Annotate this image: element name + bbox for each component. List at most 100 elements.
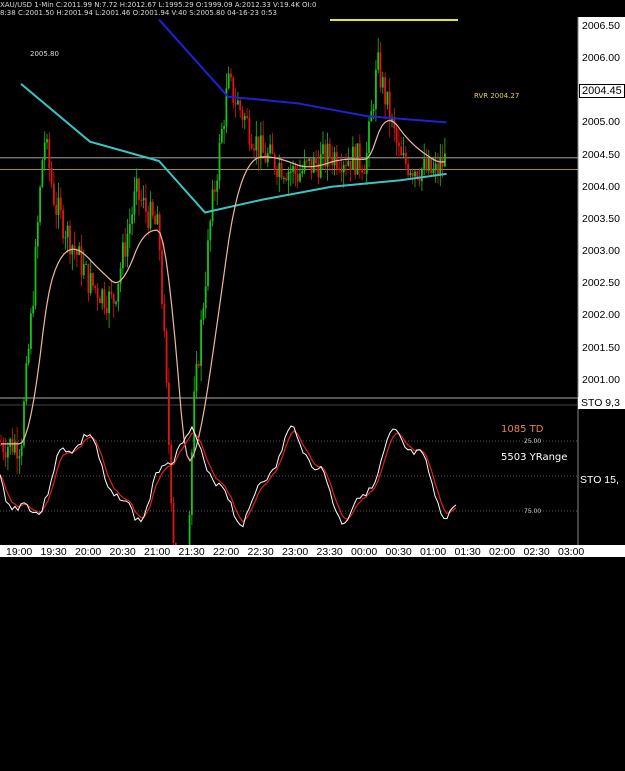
candle-body <box>292 166 294 172</box>
candle-body <box>329 143 331 159</box>
candle-body <box>398 142 400 147</box>
left-level-label: 2005.80 <box>30 50 59 58</box>
candle-body <box>20 445 23 457</box>
candle-body <box>358 143 361 169</box>
sto-level-75: 75.00 <box>524 508 542 515</box>
price-tick-label: 1996.00 <box>582 695 620 708</box>
candle-body <box>48 139 51 169</box>
price-tick-label: 1995.50 <box>582 727 620 740</box>
candle-body <box>2 444 5 453</box>
candle-body <box>66 225 69 238</box>
candle-body <box>99 298 101 304</box>
candle-body <box>278 162 281 177</box>
candle-body <box>421 168 423 182</box>
candle-body <box>55 204 58 215</box>
candle-body <box>156 214 159 225</box>
candle-body <box>340 169 343 173</box>
candle-body <box>276 169 278 177</box>
candle-body <box>112 294 115 304</box>
candle-body <box>280 162 283 179</box>
candle-body <box>202 308 205 320</box>
candle-body <box>209 221 212 241</box>
candle-body <box>253 148 255 151</box>
candle-body <box>437 163 439 175</box>
candle-body <box>204 286 207 309</box>
candle-body <box>117 283 120 302</box>
candle-body <box>289 171 292 173</box>
candle-body <box>416 171 419 178</box>
sto-top-label: STO 9,3 <box>581 397 620 409</box>
candle-body <box>379 52 382 88</box>
price-tick-label: 2003.00 <box>582 245 620 258</box>
candle-body <box>195 363 198 392</box>
candle-body <box>43 142 46 161</box>
candle-body <box>142 197 145 201</box>
candle-body <box>108 291 110 314</box>
td-label: 1085 TD <box>501 424 544 435</box>
candle-body <box>243 116 246 120</box>
candle-body <box>239 100 242 111</box>
candle-body <box>347 161 350 166</box>
candle-body <box>59 197 62 210</box>
candle-body <box>338 168 340 170</box>
candle-body <box>423 158 426 169</box>
candle-body <box>36 222 39 247</box>
candle-body <box>87 263 90 294</box>
candle-body <box>110 291 113 295</box>
candle-body <box>434 163 437 169</box>
candle-body <box>53 183 55 205</box>
candle-body <box>218 142 221 181</box>
header-quote-line: XAU/USD 1-Min C:2011.99 N:7.72 H:2012.67… <box>0 1 317 9</box>
price-tick-label: 1999.00 <box>582 502 620 515</box>
candle-body <box>299 173 301 182</box>
candle-body <box>425 158 428 171</box>
candle-body <box>145 197 147 212</box>
time-tick-label: 19:30 <box>40 546 67 558</box>
candle-body <box>377 52 380 70</box>
candle-body <box>96 288 99 299</box>
price-tick-label: 1997.50 <box>582 598 620 611</box>
candle-body <box>25 363 28 402</box>
time-tick-label: 01:00 <box>420 546 447 558</box>
candle-body <box>404 152 407 164</box>
candle-body <box>248 117 251 144</box>
candle-body <box>395 128 398 143</box>
price-chart[interactable] <box>0 0 625 557</box>
candle-body <box>7 446 9 458</box>
current-price-text: 2004.45 <box>582 85 622 97</box>
candle-body <box>266 153 269 163</box>
candle-body <box>409 172 412 176</box>
time-tick-label: 00:30 <box>385 546 412 558</box>
candle-body <box>41 160 44 188</box>
candle-body <box>432 168 435 173</box>
candle-body <box>161 250 163 305</box>
candle-body <box>18 456 21 459</box>
candle-body <box>381 77 384 88</box>
candle-body <box>257 136 260 158</box>
candle-body <box>352 146 354 170</box>
candle-body <box>264 152 267 163</box>
candle-body <box>94 285 97 289</box>
candle-body <box>430 158 432 173</box>
candle-body <box>308 158 311 162</box>
candle-body <box>384 77 386 105</box>
sto-mid-label: STO 15, <box>580 474 619 486</box>
candle-body <box>439 158 442 175</box>
candle-body <box>197 363 200 366</box>
price-tick-label: 1996.50 <box>582 663 620 675</box>
candle-body <box>122 242 124 269</box>
candle-body <box>140 200 143 202</box>
price-tick-label: 2001.00 <box>582 373 620 386</box>
time-tick-label: 21:00 <box>144 546 171 558</box>
candle-body <box>163 304 166 332</box>
candle-body <box>303 160 306 172</box>
candle-body <box>211 189 214 222</box>
price-tick-label: 1997.00 <box>582 630 620 643</box>
candle-body <box>312 157 315 173</box>
candle-body <box>271 144 274 155</box>
candle-body <box>151 201 154 216</box>
candle-body <box>255 136 258 151</box>
candle-body <box>241 110 244 120</box>
candle-body <box>283 178 285 180</box>
price-tick-label: 2002.00 <box>582 309 620 322</box>
